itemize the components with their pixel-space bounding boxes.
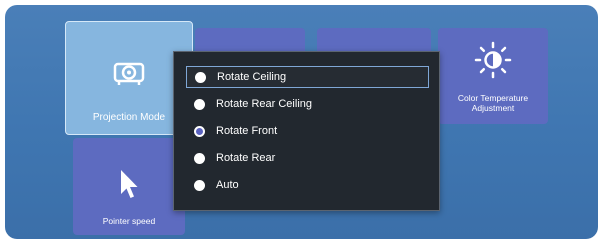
pointer-speed-tile[interactable]: Pointer speed (73, 138, 185, 235)
menu-option-rotate-rear[interactable]: Rotate Rear (186, 147, 429, 169)
radio-unchecked-icon (194, 152, 205, 164)
pointer-speed-label: Pointer speed (102, 216, 156, 226)
color-temperature-label: Color Temperature Adjustment (457, 93, 529, 113)
menu-option-rotate-ceiling[interactable]: Rotate Ceiling (186, 66, 429, 88)
radio-unchecked-icon (194, 179, 205, 191)
option-label: Rotate Ceiling (217, 71, 287, 83)
radio-checked-icon (194, 125, 205, 137)
option-label: Rotate Front (216, 125, 278, 137)
radio-unchecked-icon (195, 71, 206, 83)
menu-option-rotate-front[interactable]: Rotate Front (186, 120, 429, 142)
menu-option-rotate-rear-ceiling[interactable]: Rotate Rear Ceiling (186, 93, 429, 115)
menu-option-auto[interactable]: Auto (186, 174, 429, 196)
color-temperature-tile[interactable]: Color Temperature Adjustment (438, 28, 548, 124)
option-label: Rotate Rear (216, 152, 276, 164)
radio-unchecked-icon (194, 98, 205, 110)
projection-mode-menu: Rotate Ceiling Rotate Rear Ceiling Rotat… (173, 51, 440, 211)
option-label: Rotate Rear Ceiling (216, 98, 312, 110)
settings-screen: Projection Mode Color Temperature Adjust… (5, 5, 598, 239)
brightness-icon (438, 40, 548, 85)
cursor-arrow-icon (73, 168, 185, 207)
option-label: Auto (216, 179, 239, 191)
